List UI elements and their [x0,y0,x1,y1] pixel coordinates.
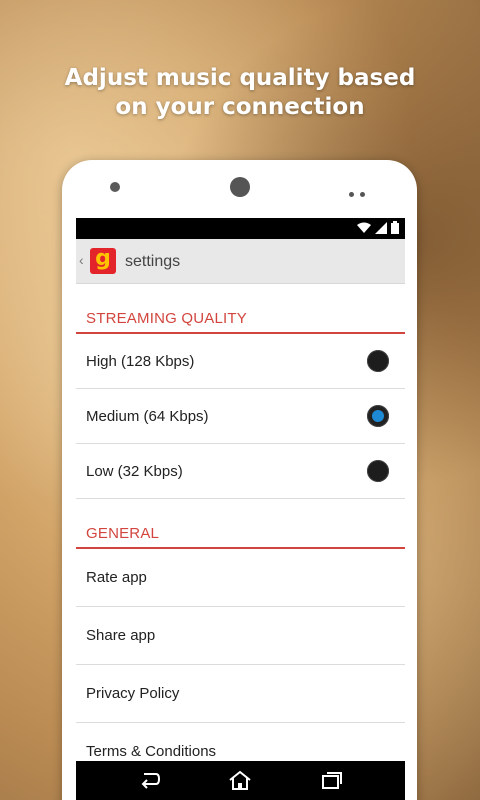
item-label: Terms & Conditions [86,743,217,760]
section-header-general: GENERAL [76,499,405,549]
option-label: Low (32 Kbps) [86,462,183,480]
chevron-left-icon[interactable]: ‹ [79,252,84,268]
section-header-streaming-quality: STREAMING QUALITY [76,284,405,334]
item-label: Share app [86,627,156,644]
phone-screen: ‹ g settings STREAMING QUALITY High (128… [76,218,405,800]
battery-icon [391,221,399,234]
promo-headline-line2: on your connection [115,94,365,120]
quality-option-low[interactable]: Low (32 Kbps) [76,444,405,499]
item-label: Privacy Policy [86,685,180,702]
recents-icon[interactable] [320,770,344,790]
page-title: settings [125,253,181,270]
wifi-icon [357,222,371,233]
promo-headline: Adjust music quality based on your conne… [0,64,480,122]
home-icon[interactable] [228,770,252,790]
action-bar: ‹ g settings [76,239,405,284]
option-label: Medium (64 Kbps) [86,407,209,425]
phone-speaker [349,184,371,197]
promo-headline-line1: Adjust music quality based [64,65,416,91]
list-item-share-app[interactable]: Share app [76,607,405,665]
item-label: Rate app [86,569,147,586]
app-logo[interactable]: g [90,248,116,274]
settings-list: STREAMING QUALITY High (128 Kbps) Medium… [76,284,405,781]
navigation-bar [76,761,405,800]
option-label: High (128 Kbps) [86,352,195,370]
radio-button[interactable] [367,460,389,482]
signal-icon [375,221,387,234]
list-item-privacy-policy[interactable]: Privacy Policy [76,665,405,723]
radio-button[interactable] [367,350,389,372]
status-bar [76,218,405,239]
quality-option-high[interactable]: High (128 Kbps) [76,334,405,389]
phone-camera [230,177,250,197]
radio-button-selected[interactable] [367,405,389,427]
list-item-rate-app[interactable]: Rate app [76,549,405,607]
phone-sensor-dot [110,182,120,192]
back-icon[interactable] [138,770,162,790]
quality-option-medium[interactable]: Medium (64 Kbps) [76,389,405,444]
